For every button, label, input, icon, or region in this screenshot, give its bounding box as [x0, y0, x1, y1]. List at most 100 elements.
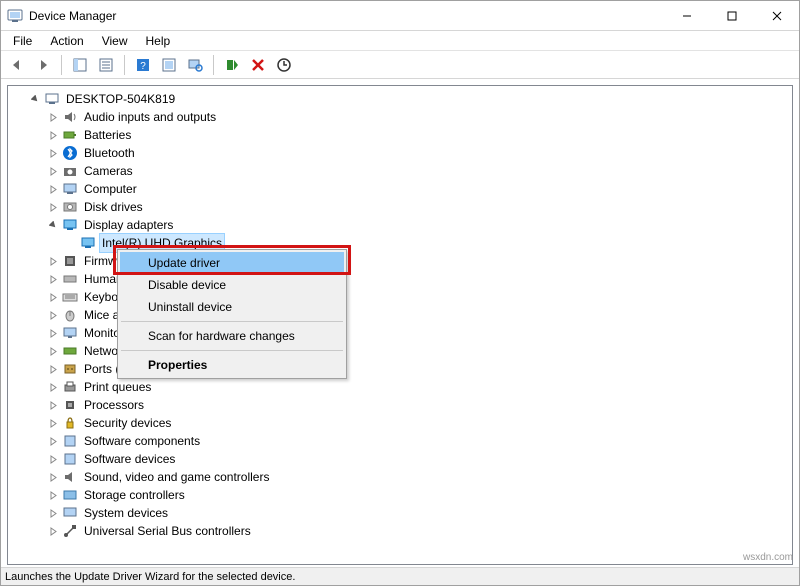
tree-item-label: Batteries: [82, 126, 133, 144]
help-button[interactable]: ?: [131, 53, 155, 77]
computer-icon: [44, 91, 60, 107]
expander-icon[interactable]: [46, 326, 60, 340]
tree-item-sound[interactable]: Sound, video and game controllers: [10, 468, 790, 486]
expander-icon[interactable]: [46, 182, 60, 196]
tree-item-batteries[interactable]: Batteries: [10, 126, 790, 144]
ctx-separator: [121, 321, 343, 322]
expander-icon[interactable]: [46, 290, 60, 304]
tree-item-usb[interactable]: Universal Serial Bus controllers: [10, 522, 790, 540]
app-icon: [7, 8, 23, 24]
expander-icon[interactable]: [46, 470, 60, 484]
tree-item-label: Bluetooth: [82, 144, 137, 162]
software-icon: [62, 451, 78, 467]
expander-icon[interactable]: [46, 254, 60, 268]
battery-icon: [62, 127, 78, 143]
scan-hardware-button[interactable]: [183, 53, 207, 77]
toolbar-separator: [61, 55, 62, 75]
ctx-disable-device[interactable]: Disable device: [120, 274, 344, 296]
tree-item-processors[interactable]: Processors: [10, 396, 790, 414]
watermark: wsxdn.com: [743, 552, 793, 563]
tree-item-system[interactable]: System devices: [10, 504, 790, 522]
ctx-uninstall-device[interactable]: Uninstall device: [120, 296, 344, 318]
expander-icon[interactable]: [46, 416, 60, 430]
tree-item-label: Processors: [82, 396, 146, 414]
tree-item-display[interactable]: Display adapters: [10, 216, 790, 234]
port-icon: [62, 361, 78, 377]
processor-icon: [62, 397, 78, 413]
tree-item-softcomp[interactable]: Software components: [10, 432, 790, 450]
minimize-button[interactable]: [664, 1, 709, 31]
usb-icon: [62, 523, 78, 539]
menu-action[interactable]: Action: [42, 32, 91, 50]
hid-icon: [62, 271, 78, 287]
tree-item-label: Sound, video and game controllers: [82, 468, 271, 486]
expander-icon[interactable]: [46, 362, 60, 376]
tree-item-cameras[interactable]: Cameras: [10, 162, 790, 180]
tree-item-computer[interactable]: Computer: [10, 180, 790, 198]
disable-device-button[interactable]: [246, 53, 270, 77]
expander-icon[interactable]: [46, 524, 60, 538]
tree-item-softdev[interactable]: Software devices: [10, 450, 790, 468]
expander-icon[interactable]: [46, 434, 60, 448]
monitor-icon: [62, 325, 78, 341]
action-button[interactable]: [157, 53, 181, 77]
tree-item-label: Universal Serial Bus controllers: [82, 522, 253, 540]
expander-icon[interactable]: [46, 308, 60, 322]
tree-root[interactable]: DESKTOP-504K819: [10, 90, 790, 108]
mouse-icon: [62, 307, 78, 323]
maximize-button[interactable]: [709, 1, 754, 31]
properties-button[interactable]: [94, 53, 118, 77]
display-adapter-icon: [62, 217, 78, 233]
tree-item-label: Software components: [82, 432, 202, 450]
tree-item-disk[interactable]: Disk drives: [10, 198, 790, 216]
network-icon: [62, 343, 78, 359]
expander-icon[interactable]: [46, 128, 60, 142]
show-hide-tree-button[interactable]: [68, 53, 92, 77]
expander-icon[interactable]: [46, 146, 60, 160]
ctx-properties[interactable]: Properties: [120, 354, 344, 376]
ctx-update-driver[interactable]: Update driver: [120, 252, 344, 274]
expander-icon[interactable]: [46, 164, 60, 178]
system-icon: [62, 505, 78, 521]
expander-icon[interactable]: [28, 92, 42, 106]
printer-icon: [62, 379, 78, 395]
tree-item-label: Computer: [82, 180, 139, 198]
tree-item-label: Audio inputs and outputs: [82, 108, 218, 126]
tree-item-printqueues[interactable]: Print queues: [10, 378, 790, 396]
audio-icon: [62, 109, 78, 125]
menu-view[interactable]: View: [94, 32, 136, 50]
expander-icon[interactable]: [46, 488, 60, 502]
tree-item-label: Software devices: [82, 450, 177, 468]
expander-icon[interactable]: [46, 398, 60, 412]
bluetooth-icon: [62, 145, 78, 161]
ctx-scan-hardware[interactable]: Scan for hardware changes: [120, 325, 344, 347]
tree-item-storage[interactable]: Storage controllers: [10, 486, 790, 504]
expander-icon[interactable]: [46, 110, 60, 124]
expander-icon[interactable]: [46, 452, 60, 466]
expander-icon[interactable]: [46, 272, 60, 286]
forward-button[interactable]: [31, 53, 55, 77]
tree-item-label: Cameras: [82, 162, 135, 180]
status-bar: Launches the Update Driver Wizard for th…: [1, 567, 799, 585]
expander-icon[interactable]: [46, 344, 60, 358]
menu-help[interactable]: Help: [138, 32, 179, 50]
tree-item-label: System devices: [82, 504, 170, 522]
menu-file[interactable]: File: [5, 32, 40, 50]
expander-icon[interactable]: [46, 200, 60, 214]
back-button[interactable]: [5, 53, 29, 77]
tree-item-audio[interactable]: Audio inputs and outputs: [10, 108, 790, 126]
tree-item-bluetooth[interactable]: Bluetooth: [10, 144, 790, 162]
update-driver-button[interactable]: [272, 53, 296, 77]
context-menu: Update driver Disable device Uninstall d…: [117, 249, 347, 379]
tree-item-label: Display adapters: [82, 216, 175, 234]
tree-item-security[interactable]: Security devices: [10, 414, 790, 432]
svg-text:?: ?: [140, 61, 146, 72]
expander-icon[interactable]: [46, 380, 60, 394]
expander-icon[interactable]: [46, 506, 60, 520]
enable-device-button[interactable]: [220, 53, 244, 77]
close-button[interactable]: [754, 1, 799, 31]
titlebar: Device Manager: [1, 1, 799, 31]
expander-icon[interactable]: [46, 218, 60, 232]
ctx-separator: [121, 350, 343, 351]
display-adapter-icon: [80, 235, 96, 251]
